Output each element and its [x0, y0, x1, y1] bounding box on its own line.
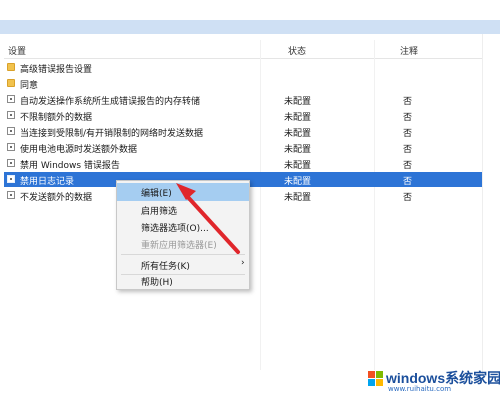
row-name: 当连接到受限制/有开销限制的网络时发送数据 [20, 129, 204, 139]
menu-item-label: 启用筛选 [141, 207, 178, 217]
row-status: 未配置 [284, 129, 312, 139]
menu-item-all-tasks[interactable]: 所有任务(K) › [117, 256, 249, 274]
chevron-right-icon: › [241, 258, 245, 268]
table-row[interactable]: 使用电池电源时发送额外数据 未配置 否 [4, 140, 482, 155]
menu-item-filter-options[interactable]: 筛选器选项(O)... [117, 218, 249, 236]
row-status: 未配置 [284, 97, 312, 107]
table-row[interactable]: 不限制额外的数据 未配置 否 [4, 108, 482, 123]
table-row[interactable]: 当连接到受限制/有开销限制的网络时发送数据 未配置 否 [4, 124, 482, 139]
windows-logo-icon [368, 371, 383, 386]
row-note: 否 [403, 177, 413, 187]
row-note: 否 [403, 129, 413, 139]
row-name: 禁用 Windows 错误报告 [20, 161, 120, 171]
column-header-status[interactable]: 状态 [288, 44, 306, 57]
row-name: 不发送额外的数据 [20, 193, 93, 203]
row-note: 否 [403, 145, 413, 155]
setting-page-icon [7, 159, 15, 167]
watermark-url: www.ruihaitu.com [388, 385, 452, 393]
row-name: 高级错误报告设置 [20, 65, 93, 75]
setting-page-icon [7, 111, 15, 119]
row-name: 使用电池电源时发送额外数据 [20, 145, 138, 155]
table-row[interactable]: 自动发送操作系统所生成错误报告的内存转储 未配置 否 [4, 92, 482, 107]
site-watermark: windows系统家园 www.ruihaitu.com [366, 364, 500, 394]
row-status: 未配置 [284, 161, 312, 171]
menu-separator [121, 254, 245, 255]
menu-item-label: 编辑(E) [141, 189, 172, 199]
row-status: 未配置 [284, 113, 312, 123]
context-menu: 编辑(E) 启用筛选 筛选器选项(O)... 重新应用筛选器(E) 所有任务(K… [116, 180, 250, 290]
row-name: 自动发送操作系统所生成错误报告的内存转储 [20, 97, 201, 107]
list-header: 设置 状态 注释 [4, 40, 482, 59]
menu-item-help[interactable]: 帮助(H) [117, 275, 249, 289]
row-note: 否 [403, 113, 413, 123]
setting-page-icon [7, 143, 15, 151]
menu-item-enable-filter[interactable]: 启用筛选 [117, 201, 249, 219]
menu-item-label: 所有任务(K) [141, 262, 190, 272]
folder-icon [7, 63, 15, 71]
setting-page-icon [7, 175, 15, 183]
menu-item-label: 帮助(H) [141, 278, 173, 288]
menu-item-label: 重新应用筛选器(E) [141, 241, 217, 251]
row-name: 同意 [20, 81, 39, 91]
setting-page-icon [7, 191, 15, 199]
row-status: 未配置 [284, 193, 312, 203]
menu-item-label: 筛选器选项(O)... [141, 224, 209, 234]
row-name: 不限制额外的数据 [20, 113, 93, 123]
window-title-band [0, 20, 500, 34]
menu-item-edit[interactable]: 编辑(E) [117, 183, 249, 201]
column-header-note[interactable]: 注释 [400, 44, 418, 57]
setting-page-icon [7, 95, 15, 103]
row-note: 否 [403, 97, 413, 107]
column-header-setting[interactable]: 设置 [8, 44, 26, 57]
scrollbar-track[interactable] [482, 34, 500, 374]
setting-page-icon [7, 127, 15, 135]
list-item[interactable]: 高级错误报告设置 [4, 60, 482, 75]
folder-icon [7, 79, 15, 87]
menu-item-reapply-filter: 重新应用筛选器(E) [117, 235, 249, 253]
row-note: 否 [403, 193, 413, 203]
table-row[interactable]: 禁用 Windows 错误报告 未配置 否 [4, 156, 482, 171]
top-toolbar-area [0, 0, 500, 21]
row-status: 未配置 [284, 177, 312, 187]
list-item[interactable]: 同意 [4, 76, 482, 91]
row-name: 禁用日志记录 [20, 177, 75, 187]
row-status: 未配置 [284, 145, 312, 155]
row-note: 否 [403, 161, 413, 171]
